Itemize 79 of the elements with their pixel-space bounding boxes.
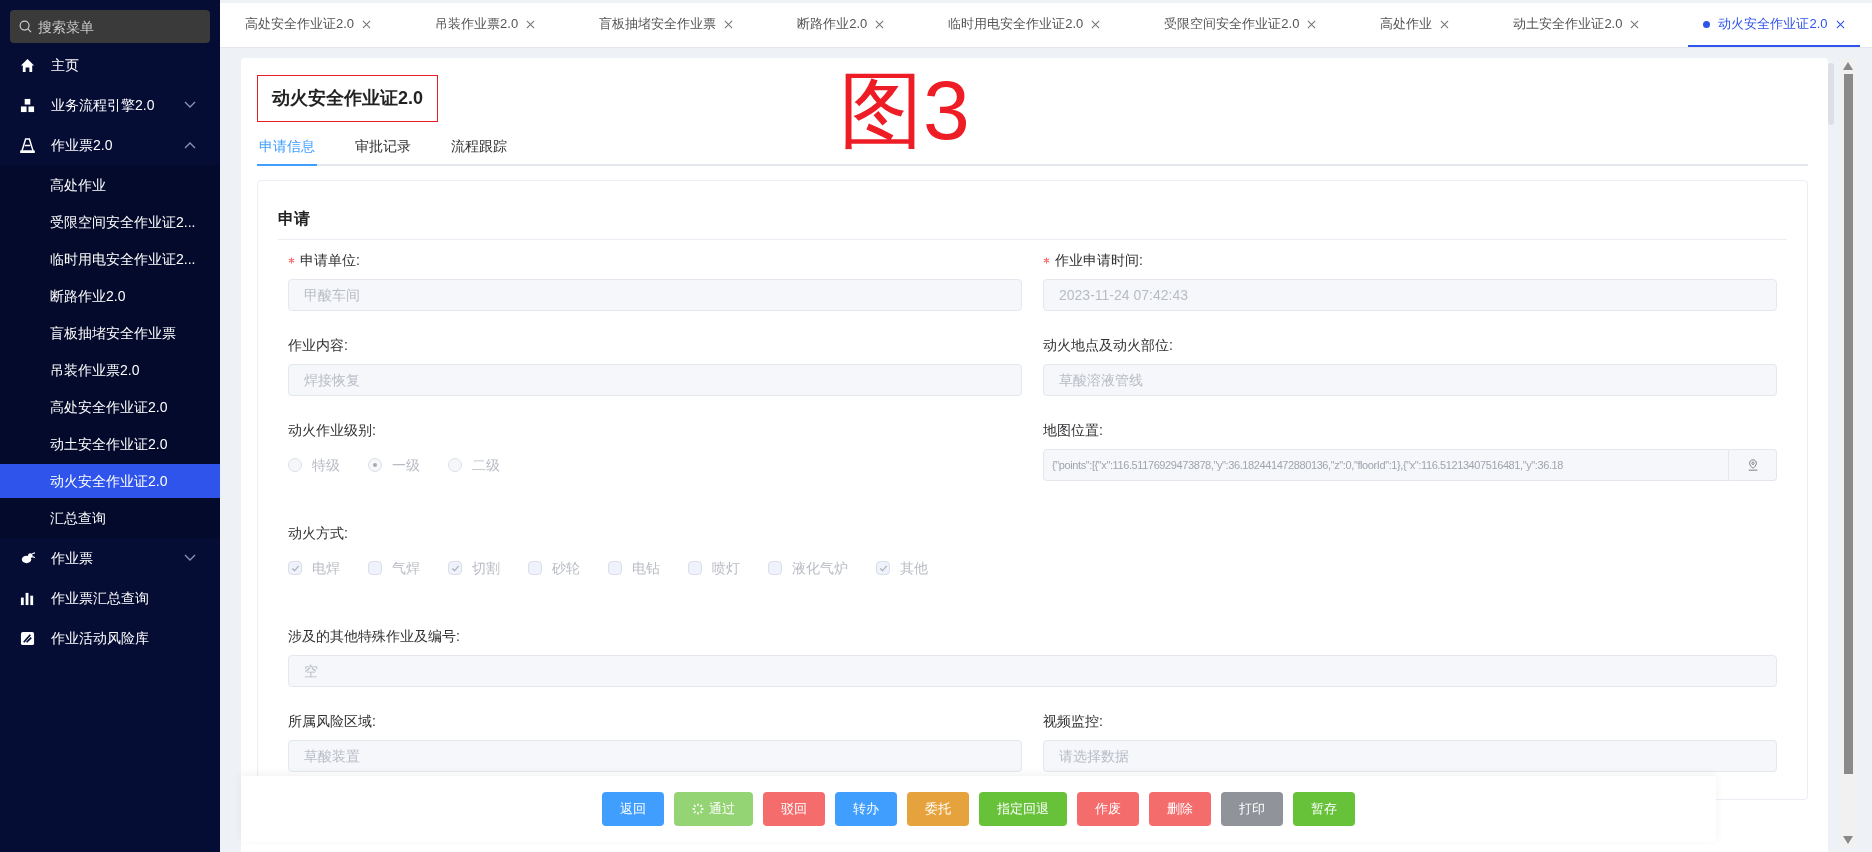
action-button[interactable]: 转办 xyxy=(835,792,897,826)
action-button[interactable]: 作废 xyxy=(1077,792,1139,826)
action-button[interactable]: 委托 xyxy=(907,792,969,826)
bird-icon xyxy=(20,550,35,566)
tab[interactable]: 审批记录 xyxy=(353,128,413,166)
required-icon xyxy=(1043,256,1050,264)
submenu-item[interactable]: 高处安全作业证2.0 xyxy=(0,390,220,424)
edit-icon xyxy=(20,630,35,646)
submenu-item[interactable]: 受限空间安全作业证2... xyxy=(0,205,220,239)
page-title: 动火安全作业证2.0 xyxy=(257,75,439,122)
tab[interactable]: 动土安全作业证2.0 xyxy=(1498,3,1655,47)
scrollbar-thumb[interactable] xyxy=(1843,74,1853,774)
submenu-item[interactable]: 动火安全作业证2.0 xyxy=(0,464,220,498)
field-label: 作业申请时间: xyxy=(1055,250,1143,270)
submenu-item[interactable]: 盲板抽堵安全作业票 xyxy=(0,316,220,350)
submenu-item[interactable]: 动土安全作业证2.0 xyxy=(0,427,220,461)
close-icon xyxy=(1091,19,1101,29)
check-icon xyxy=(450,563,460,573)
close-icon xyxy=(1630,19,1640,29)
tab[interactable]: 盲板抽堵安全作业票 xyxy=(584,3,749,47)
tab[interactable]: 动火安全作业证2.0 xyxy=(1688,3,1860,47)
tab[interactable]: 高处安全作业证2.0 xyxy=(230,3,387,47)
tab[interactable]: 流程跟踪 xyxy=(449,128,509,166)
close-icon xyxy=(362,19,372,29)
inner-scrollbar xyxy=(1828,63,1834,125)
loading-icon xyxy=(692,803,704,815)
field-label: 作业内容: xyxy=(288,335,348,355)
action-button[interactable]: 指定回退 xyxy=(979,792,1067,826)
close-icon xyxy=(1307,19,1317,29)
annotation-text: 图3 xyxy=(839,68,970,152)
menu-item[interactable]: 主页 xyxy=(0,45,220,85)
menu-item[interactable]: 作业活动风险库 xyxy=(0,618,220,658)
menu-item[interactable]: 作业票 xyxy=(0,538,220,578)
tab[interactable]: 临时用电安全作业证2.0 xyxy=(933,3,1116,47)
field-label: 所属风险区域: xyxy=(288,711,376,731)
field-label: 动火作业级别: xyxy=(288,420,376,440)
submenu-item[interactable]: 临时用电安全作业证2... xyxy=(0,242,220,276)
search-icon xyxy=(19,20,32,33)
field-label: 涉及的其他特殊作业及编号: xyxy=(288,626,460,646)
submenu-item[interactable]: 高处作业 xyxy=(0,168,220,202)
tab[interactable]: 断路作业2.0 xyxy=(782,3,900,47)
menu-item[interactable]: 业务流程引擎2.0 xyxy=(0,85,220,125)
submenu-item[interactable]: 吊装作业票2.0 xyxy=(0,353,220,387)
field-label: 视频监控: xyxy=(1043,711,1103,731)
close-icon xyxy=(724,19,734,29)
required-icon xyxy=(288,256,295,264)
menu-item[interactable]: 作业票汇总查询 xyxy=(0,578,220,618)
action-button[interactable]: 打印 xyxy=(1221,792,1283,826)
close-icon xyxy=(1440,19,1450,29)
bar-chart-icon xyxy=(20,590,35,606)
field-label: 申请单位: xyxy=(300,250,360,270)
submenu-item[interactable]: 汇总查询 xyxy=(0,501,220,535)
action-button[interactable]: 通过 xyxy=(674,792,753,826)
check-icon xyxy=(290,563,300,573)
check-icon xyxy=(878,563,888,573)
close-icon xyxy=(526,19,536,29)
submenu-item[interactable]: 断路作业2.0 xyxy=(0,279,220,313)
home-icon xyxy=(20,57,35,73)
field-label: 动火方式: xyxy=(288,523,348,543)
tab[interactable]: 受限空间安全作业证2.0 xyxy=(1149,3,1332,47)
field-label: 地图位置: xyxy=(1043,420,1103,440)
close-icon xyxy=(1835,19,1845,29)
traffic-cone-icon xyxy=(20,137,35,153)
close-icon xyxy=(875,19,885,29)
field-label: 动火地点及动火部位: xyxy=(1043,335,1173,355)
scroll-down-icon[interactable] xyxy=(1843,836,1853,844)
action-button[interactable]: 返回 xyxy=(602,792,664,826)
action-button[interactable]: 删除 xyxy=(1149,792,1211,826)
location-pin-icon xyxy=(1746,459,1759,471)
cubes-icon xyxy=(20,97,35,113)
tab[interactable]: 申请信息 xyxy=(257,128,317,166)
action-button[interactable]: 暂存 xyxy=(1293,792,1355,826)
scroll-up-icon[interactable] xyxy=(1843,62,1853,70)
section-title: 申请 xyxy=(278,207,1787,240)
action-button[interactable]: 驳回 xyxy=(763,792,825,826)
search-field[interactable]: 搜索菜单 xyxy=(10,10,210,43)
tab[interactable]: 吊装作业票2.0 xyxy=(420,3,551,47)
tab[interactable]: 高处作业 xyxy=(1365,3,1465,47)
menu-item[interactable]: 作业票2.0 xyxy=(0,125,220,165)
